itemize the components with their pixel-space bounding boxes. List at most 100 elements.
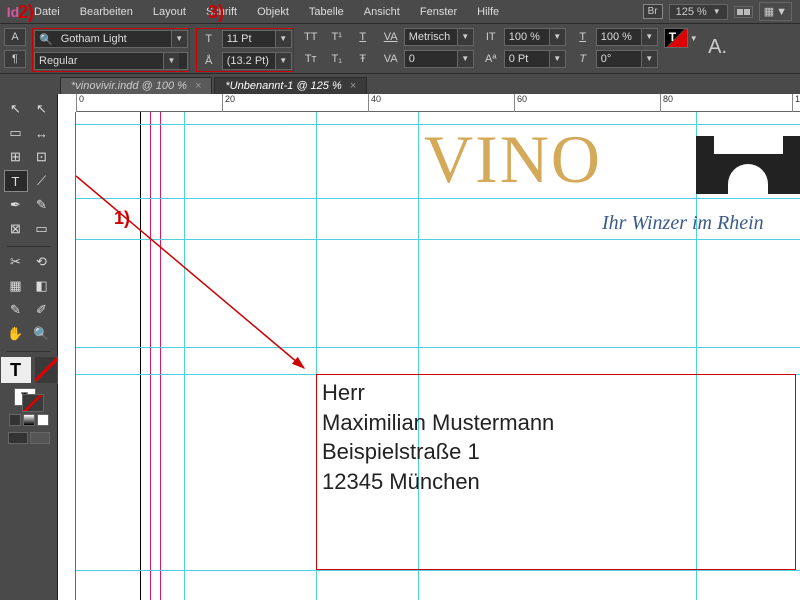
skew-input[interactable] [597,51,641,67]
vscale-input[interactable] [505,29,549,45]
font-style-input[interactable] [35,53,163,69]
chevron-down-icon[interactable]: ▼ [641,51,657,67]
horizontal-ruler[interactable]: 0 20 40 60 80 100 [76,94,800,112]
underline-button[interactable]: T [352,28,374,46]
gap-tool[interactable]: ↔ [30,122,54,144]
grid-icon: ▦ [764,5,774,18]
tab-label: *vinovivir.indd @ 100 % [71,80,187,92]
guide-vertical[interactable] [160,112,161,600]
superscript-button[interactable]: T¹ [326,28,348,46]
chevron-down-icon[interactable]: ▼ [457,29,473,45]
document-canvas[interactable]: 0 20 40 60 80 100 [58,94,800,600]
pencil-tool[interactable]: ✎ [30,194,54,216]
guide-horizontal[interactable] [76,239,800,240]
normal-view-button[interactable] [8,432,28,444]
guide-horizontal[interactable] [76,347,800,348]
kerning-icon: VA [380,28,402,46]
apply-gradient-button[interactable] [23,414,35,426]
paragraph-mode-button[interactable]: ¶ [4,50,26,68]
format-text-button[interactable]: T [0,356,32,384]
chevron-down-icon: ▼ [776,6,787,18]
document-tab[interactable]: *vinovivir.indd @ 100 % × [60,77,212,94]
font-style-dropdown[interactable]: ▼ [34,52,188,70]
char-style-button[interactable]: A. [704,28,732,66]
menu-fenster[interactable]: Fenster [410,2,467,22]
menu-bearbeiten[interactable]: Bearbeiten [70,2,143,22]
document-tab[interactable]: *Unbenannt-1 @ 125 %× [214,77,367,94]
arrange-dropdown[interactable]: ▦▼ [759,2,792,21]
guide-vertical[interactable] [150,112,151,600]
rect-tool[interactable]: ▭ [30,218,54,240]
bridge-button[interactable]: Br [643,4,663,19]
allcaps-button[interactable]: TT [300,28,322,46]
chevron-down-icon[interactable]: ▼ [275,31,291,47]
hscale-input[interactable] [597,29,641,45]
pen-tool[interactable]: ✒ [4,194,28,216]
note-tool[interactable]: ✎ [4,299,28,321]
type-tool[interactable]: T [4,170,28,192]
chevron-down-icon[interactable]: ▼ [641,29,657,45]
strikethrough-button[interactable]: Ŧ [352,50,374,68]
baseline-dropdown[interactable]: ▼ [504,50,566,68]
chevron-down-icon[interactable]: ▼ [457,51,473,67]
stroke-swatch[interactable] [22,394,44,412]
hscale-dropdown[interactable]: ▼ [596,28,658,46]
menu-layout[interactable]: Layout [143,2,196,22]
menu-hilfe[interactable]: Hilfe [467,2,509,22]
selection-tool[interactable]: ↖ [4,98,28,120]
leading-dropdown[interactable]: ▼ [222,52,292,70]
fill-color-swatch[interactable]: ▼ [664,28,698,48]
guide-horizontal[interactable] [76,570,800,571]
font-size-dropdown[interactable]: ▼ [222,30,292,48]
apply-color-button[interactable] [9,414,21,426]
chevron-down-icon[interactable]: ▼ [171,31,187,47]
hand-tool[interactable]: ✋ [4,323,28,345]
leading-input[interactable] [223,53,275,69]
screen-mode-button[interactable] [734,6,753,18]
gradient-feather-tool[interactable]: ◧ [30,275,54,297]
font-family-input[interactable] [57,31,171,47]
zoom-dropdown[interactable]: 125 %▼ [669,4,728,20]
vertical-ruler[interactable] [58,112,76,600]
menu-ansicht[interactable]: Ansicht [354,2,410,22]
skew-dropdown[interactable]: ▼ [596,50,658,68]
chevron-down-icon[interactable]: ▼ [690,34,698,43]
transform-tool[interactable]: ⟲ [30,251,54,273]
tracking-dropdown[interactable]: ▼ [404,50,474,68]
menu-objekt[interactable]: Objekt [247,2,299,22]
content-tool-2[interactable]: ⊡ [30,146,54,168]
close-icon[interactable]: × [195,80,201,92]
tracking-input[interactable] [405,51,457,67]
baseline-input[interactable] [505,51,549,67]
eyedropper-tool[interactable]: ✐ [30,299,54,321]
chevron-down-icon: ▼ [713,7,721,16]
menu-tabelle[interactable]: Tabelle [299,2,354,22]
annotation-3: 3) [208,2,224,23]
gradient-swatch-tool[interactable]: ▦ [4,275,28,297]
preview-view-button[interactable] [30,432,50,444]
chevron-down-icon[interactable]: ▼ [549,29,565,45]
smallcaps-button[interactable]: Tᴛ [300,50,322,68]
chevron-down-icon[interactable]: ▼ [275,53,291,69]
close-icon[interactable]: × [350,80,356,92]
scissors-tool[interactable]: ✂ [4,251,28,273]
guide-vertical[interactable] [184,112,185,600]
line-tool[interactable]: ⟋ [30,170,54,192]
vscale-dropdown[interactable]: ▼ [504,28,566,46]
kerning-input[interactable] [405,29,457,45]
direct-selection-tool[interactable]: ↖ [30,98,54,120]
apply-none-button[interactable] [37,414,49,426]
font-size-input[interactable] [223,31,275,47]
zoom-tool[interactable]: 🔍 [30,323,54,345]
page-tool[interactable]: ▭ [4,122,28,144]
rect-frame-tool[interactable]: ⊠ [4,218,28,240]
font-family-dropdown[interactable]: 🔍 ▼ [34,30,188,48]
subscript-button[interactable]: T₁ [326,50,348,68]
chevron-down-icon[interactable]: ▼ [549,51,565,67]
format-container-button[interactable] [34,356,58,384]
address-text[interactable]: Herr Maximilian Mustermann Beispielstraß… [322,378,554,497]
chevron-down-icon[interactable]: ▼ [163,53,179,69]
character-mode-button[interactable]: A [4,28,26,46]
content-tool[interactable]: ⊞ [4,146,28,168]
kerning-dropdown[interactable]: ▼ [404,28,474,46]
